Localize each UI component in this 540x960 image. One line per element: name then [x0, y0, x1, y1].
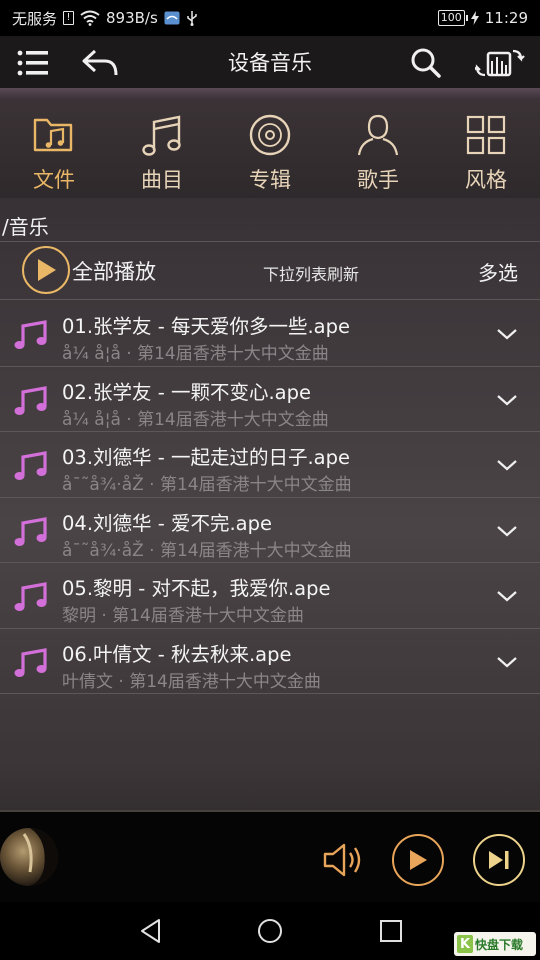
back-button[interactable] [80, 36, 120, 90]
song-subtitle: å¼ å­¦å · 第14届香港十大中文金曲 [62, 344, 329, 364]
song-title: 05.黎明 - 对不起，我爱你.ape [62, 577, 331, 600]
app-header: 设备音乐 [0, 36, 540, 90]
refresh-hint: 下拉列表刷新 [263, 265, 360, 284]
back-arrow-icon [82, 49, 118, 76]
device-transfer-button[interactable] [474, 36, 526, 90]
song-title: 01.张学友 - 每天爱你多一些.ape [62, 315, 350, 338]
list-item[interactable]: 05.黎明 - 对不起，我爱你.ape 黎明 · 第14届香港十大中文金曲 [0, 563, 540, 629]
tab-files[interactable]: 文件 [0, 100, 108, 198]
song-subtitle: 叶倩文 · 第14届香港十大中文金曲 [62, 671, 321, 692]
menu-icon [17, 50, 48, 76]
music-note-icon [14, 385, 47, 415]
notification-app-icon [164, 11, 180, 25]
carrier-text: 无服务 [12, 9, 58, 28]
music-note-icon [14, 647, 47, 677]
play-all-label[interactable]: 全部播放 [72, 256, 156, 286]
action-row: 全部播放 下拉列表刷新 多选 [0, 242, 540, 300]
wifi-icon [80, 10, 100, 26]
tab-label: 歌手 [357, 168, 399, 192]
header-divider [0, 88, 540, 100]
search-icon [411, 48, 441, 78]
chevron-down-icon[interactable] [496, 389, 518, 411]
watermark-logo: K 快盘下载 [454, 932, 536, 956]
list-item[interactable]: 03.刘德华 - 一起走过的日子.ape å¯˜å¾·åŽ · 第14届香港十大… [0, 432, 540, 498]
song-title: 03.刘德华 - 一起走过的日子.ape [62, 446, 350, 469]
battery-indicator: 100 [437, 10, 468, 26]
clock: 11:29 [484, 9, 528, 27]
recents-square-icon[interactable] [378, 918, 404, 944]
sim-alert-icon: ! [63, 11, 75, 25]
volume-icon[interactable] [322, 840, 366, 880]
player-bar [0, 810, 540, 902]
tab-label: 风格 [465, 168, 507, 192]
chevron-down-icon[interactable] [496, 323, 518, 345]
album-art[interactable] [0, 828, 58, 886]
folder-music-icon [33, 118, 73, 152]
music-note-icon [14, 451, 47, 480]
play-button[interactable] [392, 834, 444, 886]
disc-icon [249, 114, 291, 156]
album-art-image [22, 828, 58, 886]
play-all-button[interactable] [22, 246, 70, 294]
network-speed: 893B/s [106, 9, 158, 27]
song-subtitle: 黎明 · 第14届香港十大中文金曲 [62, 606, 304, 626]
category-tabs: 文件 曲目 专辑 歌手 风格 [0, 100, 540, 198]
song-title: 06.叶倩文 - 秋去秋来.ape [62, 642, 292, 666]
chevron-down-icon[interactable] [496, 454, 518, 476]
song-list: 01.张学友 - 每天爱你多一些.ape å¼ å­¦å · 第14届香港十大中… [0, 301, 540, 694]
tab-artists[interactable]: 歌手 [324, 100, 432, 198]
person-icon [357, 114, 399, 156]
tab-tracks[interactable]: 曲目 [108, 100, 216, 198]
tab-genres[interactable]: 风格 [432, 100, 540, 198]
breadcrumb: /音乐 [0, 212, 540, 242]
song-subtitle: å¯˜å¾·åŽ · 第14届香港十大中文金曲 [62, 540, 352, 561]
music-note-icon [14, 516, 47, 546]
menu-button[interactable] [14, 36, 52, 90]
tab-albums[interactable]: 专辑 [216, 100, 324, 198]
grid-icon [466, 115, 506, 155]
next-button[interactable] [473, 834, 525, 886]
chevron-down-icon[interactable] [496, 585, 518, 607]
skip-next-icon [489, 851, 509, 869]
song-subtitle: å¯˜å¾·åŽ · 第14届香港十大中文金曲 [62, 475, 352, 495]
device-transfer-icon [475, 49, 525, 77]
tab-label: 曲目 [141, 168, 183, 192]
watermark-text: 快盘下载 [475, 937, 524, 952]
watermark-k-icon: K [457, 935, 473, 953]
list-item[interactable]: 04.刘德华 - 爱不完.ape å¯˜å¾·åŽ · 第14届香港十大中文金曲 [0, 498, 540, 563]
play-icon [38, 259, 56, 281]
list-item[interactable]: 01.张学友 - 每天爱你多一些.ape å¼ å­¦å · 第14届香港十大中… [0, 301, 540, 367]
play-icon [410, 850, 427, 870]
music-note-icon [14, 320, 47, 349]
charging-icon [470, 11, 479, 25]
tab-label: 专辑 [249, 168, 291, 192]
search-button[interactable] [408, 36, 444, 90]
song-title: 02.张学友 - 一颗不变心.ape [62, 380, 311, 404]
list-item[interactable]: 02.张学友 - 一颗不变心.ape å¼ å­¦å · 第14届香港十大中文金… [0, 367, 540, 432]
song-subtitle: å¼ å­¦å · 第14届香港十大中文金曲 [62, 409, 329, 430]
chevron-down-icon[interactable] [496, 520, 518, 542]
song-title: 04.刘德华 - 爱不完.ape [62, 511, 272, 535]
status-bar: 无服务 ! 893B/s 100 11:29 [0, 0, 540, 36]
system-nav-bar: K 快盘下载 [0, 902, 540, 960]
back-triangle-icon[interactable] [138, 918, 164, 944]
music-note-icon [14, 582, 47, 611]
chevron-down-icon[interactable] [496, 651, 518, 673]
list-item[interactable]: 06.叶倩文 - 秋去秋来.ape 叶倩文 · 第14届香港十大中文金曲 [0, 629, 540, 694]
home-circle-icon[interactable] [257, 918, 283, 944]
music-note-icon [142, 115, 181, 156]
usb-icon [187, 11, 197, 26]
multi-select-button[interactable]: 多选 [478, 257, 518, 286]
tab-label: 文件 [33, 168, 75, 192]
